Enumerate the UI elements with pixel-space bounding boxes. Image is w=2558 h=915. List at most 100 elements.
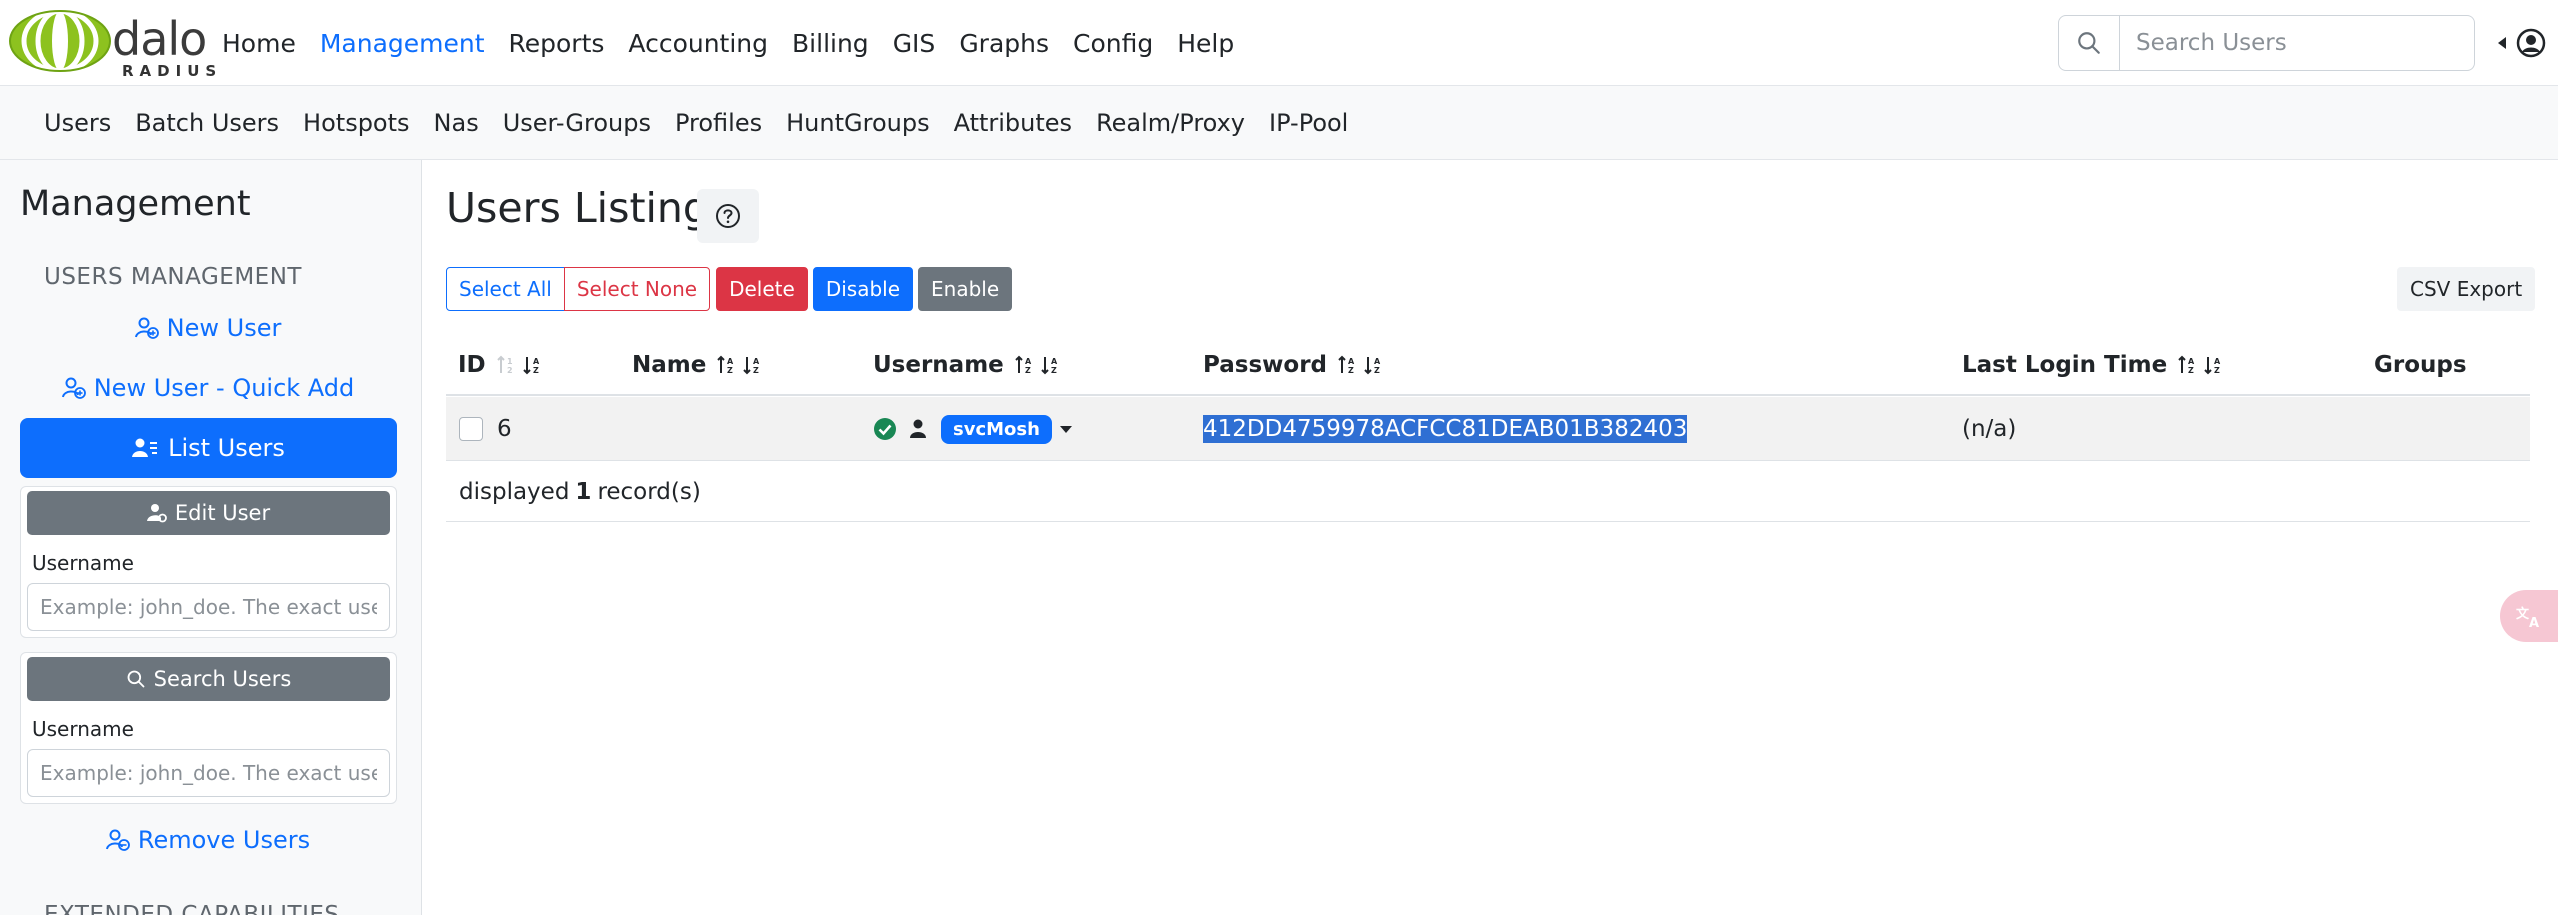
sidebar-new-user-quick-add[interactable]: New User - Quick Add (20, 368, 396, 408)
svg-text:Z: Z (1374, 366, 1380, 375)
search-users-button[interactable]: Search Users (27, 657, 390, 701)
svg-text:Z: Z (2214, 366, 2220, 375)
menu-reports[interactable]: Reports (509, 29, 605, 58)
sidebar-remove-users[interactable]: Remove Users (20, 820, 396, 860)
menu-graphs[interactable]: Graphs (959, 29, 1049, 58)
sort-controls: AZ AZ (1014, 354, 1060, 376)
search-users-button-label: Search Users (153, 667, 292, 691)
subnav-profiles[interactable]: Profiles (675, 109, 762, 137)
row-select-checkbox[interactable] (459, 417, 483, 441)
svg-text:Z: Z (1025, 366, 1031, 375)
subnav-users[interactable]: Users (44, 109, 111, 137)
daloradius-logo[interactable]: dalo RADIUS (8, 8, 216, 80)
select-all-button[interactable]: Select All (446, 267, 565, 311)
column-name-label: Name (632, 352, 707, 378)
user-menu-dropdown[interactable] (2496, 28, 2556, 58)
cell-id: 6 (459, 397, 512, 461)
cell-last-login: (n/a) (1962, 416, 2017, 442)
subnav-ip-pool[interactable]: IP-Pool (1269, 109, 1348, 137)
menu-help[interactable]: Help (1177, 29, 1234, 58)
user-plus-icon (61, 377, 86, 399)
menu-home[interactable]: Home (222, 29, 296, 58)
edit-user-card: Edit User Username (20, 486, 397, 638)
sort-asc-icon[interactable]: AZ (1337, 354, 1357, 376)
sidebar-list-users-label: List Users (168, 434, 285, 462)
svg-text:A: A (2529, 616, 2539, 629)
subnav-batch-users[interactable]: Batch Users (135, 109, 279, 137)
column-name-header[interactable]: Name AZ AZ (632, 352, 762, 378)
footer-prefix: displayed (459, 478, 570, 505)
svg-text:1: 1 (507, 357, 513, 366)
username-badge[interactable]: svcMosh (941, 414, 1052, 444)
check-circle-icon (874, 418, 896, 440)
column-last-login-label: Last Login Time (1962, 352, 2168, 378)
logo-text: dalo (112, 12, 207, 66)
menu-config[interactable]: Config (1073, 29, 1153, 58)
column-last-login-header[interactable]: Last Login Time AZ AZ (1962, 352, 2223, 378)
svg-text:Z: Z (727, 366, 733, 375)
search-users-card: Search Users Username (20, 652, 397, 804)
column-password-label: Password (1203, 352, 1327, 378)
sort-desc-icon[interactable]: AZ (522, 354, 542, 376)
subnav-user-groups[interactable]: User-Groups (503, 109, 651, 137)
sort-desc-icon[interactable]: AZ (742, 354, 762, 376)
logo-subtext: RADIUS (122, 62, 223, 80)
user-id: 6 (497, 416, 512, 442)
search-username-label: Username (32, 717, 134, 741)
sort-desc-icon[interactable]: AZ (2203, 354, 2223, 376)
user-circle-icon (2516, 28, 2546, 58)
search-username-input[interactable] (27, 749, 390, 797)
edit-username-input[interactable] (27, 583, 390, 631)
menu-billing[interactable]: Billing (792, 29, 869, 58)
subnav-realm-proxy[interactable]: Realm/Proxy (1096, 109, 1245, 137)
svg-text:Z: Z (533, 366, 539, 375)
sort-asc-icon[interactable]: AZ (2177, 354, 2197, 376)
svg-text:Z: Z (1051, 366, 1057, 375)
sidebar-new-user[interactable]: New User (20, 308, 396, 348)
user-list-icon (132, 438, 158, 457)
column-groups-header: Groups (2374, 352, 2467, 378)
column-username-header[interactable]: Username AZ AZ (873, 352, 1060, 378)
column-password-header[interactable]: Password AZ AZ (1203, 352, 1383, 378)
subnav-attributes[interactable]: Attributes (954, 109, 1072, 137)
sort-controls: 12 AZ (496, 354, 542, 376)
subnav-hotspots[interactable]: Hotspots (303, 109, 409, 137)
caret-left-icon (2498, 37, 2506, 49)
search-button[interactable] (2058, 15, 2120, 71)
dropdown-caret-icon[interactable] (1058, 423, 1074, 435)
sidebar-list-users[interactable]: List Users (20, 418, 397, 478)
help-button[interactable] (697, 189, 759, 243)
sort-asc-icon[interactable]: AZ (1014, 354, 1034, 376)
subnav-nas[interactable]: Nas (434, 109, 479, 137)
delete-button[interactable]: Delete (716, 267, 808, 311)
disable-button[interactable]: Disable (812, 267, 914, 311)
svg-text:A: A (1051, 357, 1058, 366)
column-groups-label: Groups (2374, 352, 2467, 378)
menu-accounting[interactable]: Accounting (628, 29, 768, 58)
search-users-input[interactable] (2120, 15, 2475, 71)
sort-asc-icon[interactable]: AZ (716, 354, 736, 376)
enable-button[interactable]: Enable (918, 267, 1013, 311)
sort-controls: AZ AZ (716, 354, 762, 376)
subnav-huntgroups[interactable]: HuntGroups (786, 109, 929, 137)
menu-management[interactable]: Management (320, 29, 485, 58)
sort-desc-icon[interactable]: AZ (1363, 354, 1383, 376)
column-id-header[interactable]: ID 12 AZ (458, 352, 542, 378)
sidebar: Management USERS MANAGEMENT New User New… (0, 160, 422, 915)
page-title: Users Listing (446, 184, 709, 232)
cell-username: svcMosh (873, 397, 1074, 461)
sort-asc-icon[interactable]: 12 (496, 354, 516, 376)
translate-button[interactable]: 文 A (2500, 590, 2558, 642)
csv-export-button[interactable]: CSV Export (2397, 267, 2536, 311)
sort-desc-icon[interactable]: AZ (1040, 354, 1060, 376)
edit-user-button[interactable]: Edit User (27, 491, 390, 535)
sidebar-new-user-label: New User (166, 314, 282, 342)
question-circle-icon (716, 204, 740, 228)
user-plus-icon (134, 317, 159, 339)
table-row[interactable]: 6 svcMosh 412DD4759978ACFCC81DEAB01B3824… (446, 397, 2530, 461)
svg-text:A: A (2188, 357, 2195, 366)
translate-icon: 文 A (2516, 606, 2539, 629)
select-none-button[interactable]: Select None (563, 267, 711, 311)
password-value[interactable]: 412DD4759978ACFCC81DEAB01B382403 (1203, 415, 1688, 443)
menu-gis[interactable]: GIS (893, 29, 936, 58)
